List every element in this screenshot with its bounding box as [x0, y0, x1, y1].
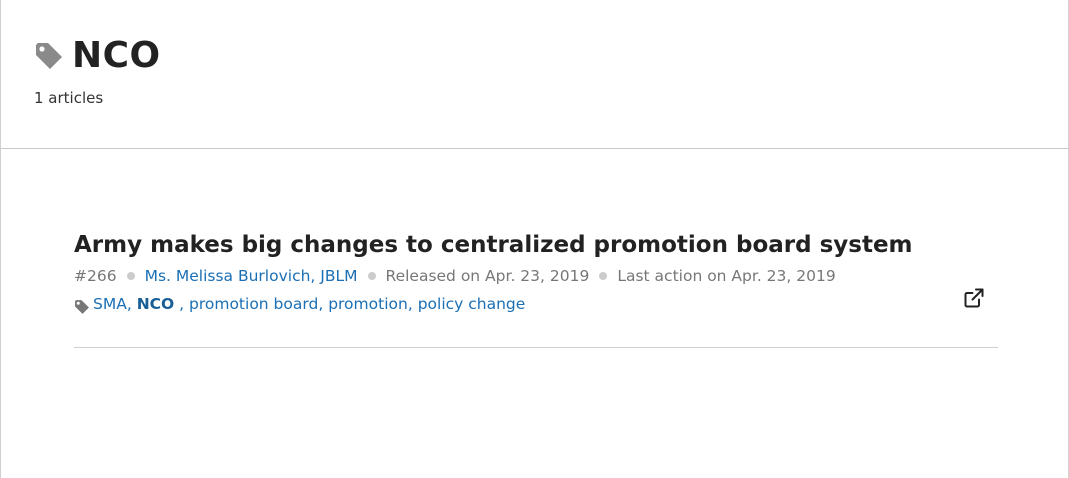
author-link[interactable]: Ms. Melissa Burlovich, JBLM — [145, 262, 358, 290]
tag-icon — [34, 41, 64, 71]
article-item: Army makes big changes to centralized pr… — [74, 228, 998, 348]
tag-link-promotion[interactable]: promotion — [328, 290, 408, 318]
article-number: #266 — [74, 267, 117, 285]
separator-dot — [367, 272, 376, 280]
page: NCO 1 articles Army makes big changes to… — [0, 0, 1069, 478]
tag-link-nco[interactable]: NCO — [137, 290, 175, 318]
tag-link-promotion-board[interactable]: promotion board — [189, 290, 318, 318]
page-header: NCO 1 articles — [1, 0, 1068, 149]
tag-separator: , — [126, 295, 137, 313]
title-row: NCO — [34, 36, 161, 76]
tag-icon — [74, 296, 90, 314]
external-link-icon[interactable] — [962, 286, 986, 310]
last-action-date: Last action on Apr. 23, 2019 — [617, 267, 836, 285]
tag-separator: , — [174, 295, 189, 313]
page-title: NCO — [72, 35, 161, 76]
tag-separator: , — [407, 295, 418, 313]
article-count: 1 articles — [34, 89, 104, 107]
tag-link-policy-change[interactable]: policy change — [418, 290, 526, 318]
article-meta: #266 Ms. Melissa Burlovich, JBLM Release… — [74, 262, 998, 290]
separator-dot — [126, 272, 135, 280]
tag-link-sma[interactable]: SMA — [93, 290, 127, 318]
separator-dot — [599, 272, 608, 280]
tag-list: SMA, NCO , promotion board, promotion, p… — [74, 290, 998, 318]
article-title[interactable]: Army makes big changes to centralized pr… — [74, 228, 998, 262]
tag-separator: , — [318, 295, 329, 313]
released-date: Released on Apr. 23, 2019 — [385, 267, 590, 285]
